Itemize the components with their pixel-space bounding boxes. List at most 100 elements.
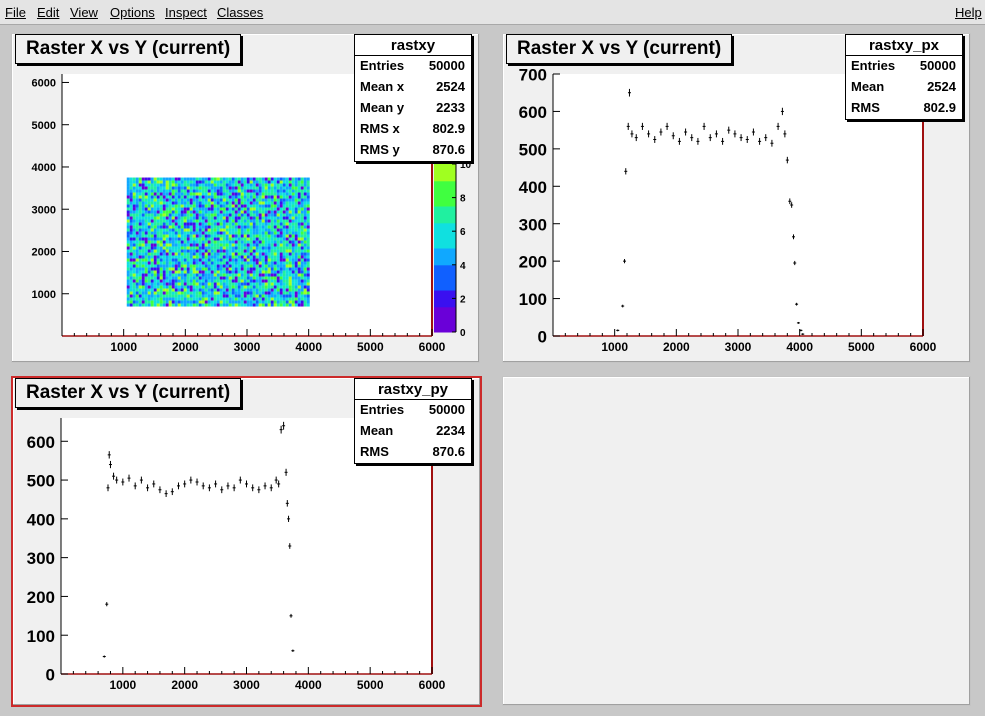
heatmap-cell <box>246 207 250 211</box>
heatmap-cell <box>204 255 208 259</box>
heatmap-cell <box>198 222 202 226</box>
heatmap-cell <box>282 288 286 292</box>
pad-rastxy[interactable]: 1000 2000 3000 4000 5000 6000 1000 2000 3000 4000… <box>11 33 480 363</box>
heatmap-cell <box>213 195 217 199</box>
menu-file[interactable]: File <box>5 5 26 20</box>
menu-edit[interactable]: Edit <box>37 5 59 20</box>
heatmap-cell <box>285 192 289 196</box>
heatmap-cell <box>237 282 241 286</box>
heatmap-cell <box>189 258 193 262</box>
heatmap-cell <box>177 261 181 265</box>
heatmap-cell <box>231 246 235 250</box>
heatmap-cell <box>198 300 202 304</box>
heatmap-cell <box>138 225 142 229</box>
heatmap-cell <box>174 288 178 292</box>
heatmap-cell <box>258 303 262 307</box>
heatmap-cell <box>165 204 169 208</box>
menu-options[interactable]: Options <box>110 5 155 20</box>
heatmap-cell <box>177 303 181 307</box>
heatmap-cell <box>180 276 184 280</box>
heatmap-cell <box>150 201 154 205</box>
heatmap-cell <box>300 195 304 199</box>
heatmap-cell <box>231 270 235 274</box>
heatmap-cell <box>204 294 208 298</box>
heatmap-cell <box>168 258 172 262</box>
heatmap-cell <box>249 285 253 289</box>
heatmap-cell <box>156 213 160 217</box>
heatmap-cell <box>210 213 214 217</box>
heatmap-cell <box>201 195 205 199</box>
heatmap-cell <box>291 198 295 202</box>
heatmap-cell <box>273 282 277 286</box>
heatmap-cell <box>153 288 157 292</box>
heatmap-cell <box>180 177 184 181</box>
heatmap-cell <box>297 219 301 223</box>
heatmap-cell <box>225 240 229 244</box>
heatmap-cell <box>207 252 211 256</box>
stats-row: Entries 50000 <box>360 58 465 73</box>
heatmap-cell <box>213 243 217 247</box>
heatmap-cell <box>138 282 142 286</box>
heatmap-cell <box>213 189 217 193</box>
root-canvas[interactable]: 1000 2000 3000 4000 5000 6000 1000 2000 3000 4000… <box>0 25 985 716</box>
menu-classes[interactable]: Classes <box>217 5 263 20</box>
heatmap-cell <box>285 261 289 265</box>
heatmap-cell <box>177 273 181 277</box>
heatmap-cell <box>162 285 166 289</box>
heatmap-cell <box>306 240 310 244</box>
pad-rastxy-py[interactable]: 1000 2000 3000 4000 5000 6000 0 100 200 300 400 500… <box>11 376 482 707</box>
heatmap-cell <box>300 201 304 205</box>
heatmap-cell <box>249 186 253 190</box>
heatmap-cell <box>153 216 157 220</box>
heatmap-cell <box>186 192 190 196</box>
heatmap-cell <box>144 186 148 190</box>
heatmap-cell <box>231 216 235 220</box>
heatmap-cell <box>291 249 295 253</box>
heatmap-cell <box>204 243 208 247</box>
heatmap-cell <box>285 180 289 184</box>
heatmap-cell <box>252 270 256 274</box>
heatmap-cell <box>129 258 133 262</box>
heatmap-cell <box>273 291 277 295</box>
heatmap-cell <box>213 228 217 232</box>
heatmap-cell <box>183 228 187 232</box>
heatmap-cell <box>303 246 307 250</box>
heatmap-cell <box>258 237 262 241</box>
heatmap-cell <box>195 252 199 256</box>
heatmap-cell <box>279 252 283 256</box>
heatmap-cell <box>243 225 247 229</box>
heatmap-cell <box>144 198 148 202</box>
heatmap-cell <box>276 177 280 181</box>
heatmap-cell <box>156 180 160 184</box>
heatmap-cell <box>273 279 277 283</box>
menu-help[interactable]: Help <box>955 5 982 20</box>
heatmap-cell <box>195 282 199 286</box>
heatmap-cell <box>258 300 262 304</box>
heatmap-cell <box>270 210 274 214</box>
heatmap-cell <box>156 270 160 274</box>
heatmap-cell <box>174 210 178 214</box>
heatmap-cell <box>270 195 274 199</box>
heatmap-cell <box>186 189 190 193</box>
heatmap-cell <box>267 276 271 280</box>
menu-inspect[interactable]: Inspect <box>165 5 207 20</box>
heatmap-cell <box>141 237 145 241</box>
heatmap-cell <box>171 273 175 277</box>
heatmap-cell <box>234 255 238 259</box>
heatmap-cell <box>261 201 265 205</box>
heatmap-cell <box>267 291 271 295</box>
heatmap-cell <box>252 192 256 196</box>
heatmap-cell <box>234 258 238 262</box>
pad-empty[interactable] <box>502 376 971 706</box>
heatmap-cell <box>135 228 139 232</box>
heatmap-cell <box>270 252 274 256</box>
pad-rastxy-px[interactable]: 1000 2000 3000 4000 5000 6000 0 100 200 300 400 500… <box>502 33 971 363</box>
menu-view[interactable]: View <box>70 5 98 20</box>
heatmap-cell <box>249 297 253 301</box>
heatmap-cell <box>267 186 271 190</box>
y-tick-label: 500 <box>27 472 55 491</box>
heatmap-cell <box>291 180 295 184</box>
heatmap-cell <box>255 303 259 307</box>
heatmap-cell <box>174 207 178 211</box>
heatmap-cell <box>132 300 136 304</box>
